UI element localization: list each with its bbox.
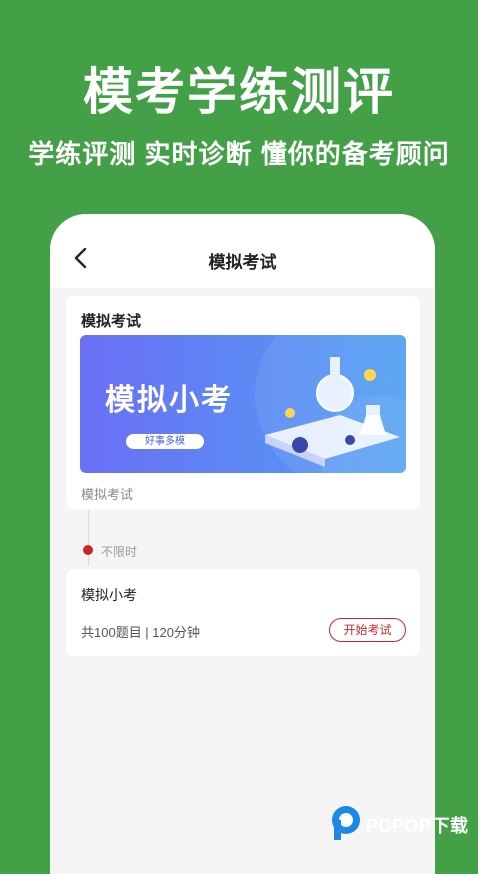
page-title: 模拟考试 <box>208 253 277 272</box>
nav-bar: 模拟考试 <box>50 214 435 288</box>
watermark-subtext: PCPOP Download <box>366 834 424 841</box>
exam-card: 模拟考试 模拟小考 好事多模 模拟考试 <box>66 296 420 509</box>
hero-title: 模考学练测评 <box>83 64 395 120</box>
exam-banner[interactable]: 模拟小考 好事多模 <box>80 335 406 473</box>
timeline-label: 不限时 <box>101 545 138 559</box>
watermark: PCPOP下载 PCPOP Download <box>330 804 478 844</box>
exam-item-title: 模拟小考 <box>81 587 137 603</box>
exam-item-meta: 共100题目 | 120分钟 <box>81 625 200 640</box>
exam-item-card: 模拟小考 共100题目 | 120分钟 开始考试 <box>66 569 420 656</box>
banner-title: 模拟小考 <box>105 384 233 417</box>
exam-card-title: 模拟考试 <box>81 313 142 330</box>
timeline-line <box>88 510 89 566</box>
phone-frame: 模拟考试 模拟考试 模拟小考 好事多模 模拟考试 不限时 模拟小考 共100题目… <box>50 214 435 874</box>
start-exam-button[interactable]: 开始考试 <box>329 618 406 642</box>
timeline-dot <box>83 545 93 555</box>
pcpop-logo-icon <box>332 806 360 840</box>
exam-card-caption: 模拟考试 <box>81 487 134 502</box>
hero-subtitle: 学练评测 实时诊断 懂你的备考顾问 <box>28 139 450 169</box>
banner-tag: 好事多模 <box>126 434 204 449</box>
